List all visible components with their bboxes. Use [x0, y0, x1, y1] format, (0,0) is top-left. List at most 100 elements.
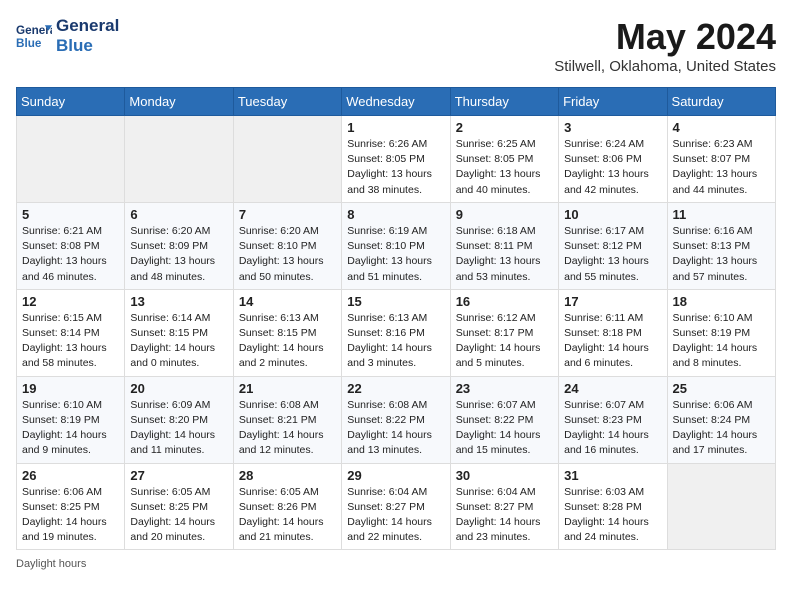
logo-icon: General Blue	[16, 21, 52, 51]
title-block: May 2024 Stilwell, Oklahoma, United Stat…	[554, 16, 776, 75]
day-cell	[667, 463, 775, 550]
sunset-label: Sunset: 8:22 PM	[456, 414, 534, 426]
day-cell: 21Sunrise: 6:08 AMSunset: 8:21 PMDayligh…	[233, 376, 341, 463]
day-info: Sunrise: 6:17 AMSunset: 8:12 PMDaylight:…	[564, 224, 661, 285]
sunrise-label: Sunrise: 6:08 AM	[239, 399, 319, 411]
sunset-label: Sunset: 8:09 PM	[130, 240, 208, 252]
daylight-info: Daylight: 13 hours and 38 minutes.	[347, 168, 432, 195]
day-info: Sunrise: 6:07 AMSunset: 8:22 PMDaylight:…	[456, 398, 553, 459]
week-row-0: 1Sunrise: 6:26 AMSunset: 8:05 PMDaylight…	[17, 116, 776, 203]
daylight-info: Daylight: 14 hours and 9 minutes.	[22, 429, 107, 456]
day-info: Sunrise: 6:13 AMSunset: 8:16 PMDaylight:…	[347, 311, 444, 372]
col-header-thursday: Thursday	[450, 88, 558, 116]
day-cell: 23Sunrise: 6:07 AMSunset: 8:22 PMDayligh…	[450, 376, 558, 463]
daylight-info: Daylight: 13 hours and 44 minutes.	[673, 168, 758, 195]
sunrise-label: Sunrise: 6:10 AM	[22, 399, 102, 411]
sunset-label: Sunset: 8:18 PM	[564, 327, 642, 339]
daylight-info: Daylight: 13 hours and 51 minutes.	[347, 255, 432, 282]
day-info: Sunrise: 6:08 AMSunset: 8:22 PMDaylight:…	[347, 398, 444, 459]
sunrise-label: Sunrise: 6:12 AM	[456, 312, 536, 324]
logo-blue: Blue	[56, 36, 119, 56]
day-info: Sunrise: 6:05 AMSunset: 8:26 PMDaylight:…	[239, 485, 336, 546]
sunrise-label: Sunrise: 6:07 AM	[564, 399, 644, 411]
day-cell: 17Sunrise: 6:11 AMSunset: 8:18 PMDayligh…	[559, 289, 667, 376]
day-cell: 10Sunrise: 6:17 AMSunset: 8:12 PMDayligh…	[559, 202, 667, 289]
sunrise-label: Sunrise: 6:25 AM	[456, 138, 536, 150]
location-subtitle: Stilwell, Oklahoma, United States	[554, 58, 776, 75]
day-cell: 14Sunrise: 6:13 AMSunset: 8:15 PMDayligh…	[233, 289, 341, 376]
day-info: Sunrise: 6:19 AMSunset: 8:10 PMDaylight:…	[347, 224, 444, 285]
sunset-label: Sunset: 8:23 PM	[564, 414, 642, 426]
daylight-info: Daylight: 13 hours and 42 minutes.	[564, 168, 649, 195]
sunrise-label: Sunrise: 6:13 AM	[239, 312, 319, 324]
sunset-label: Sunset: 8:21 PM	[239, 414, 317, 426]
sunset-label: Sunset: 8:24 PM	[673, 414, 751, 426]
day-cell: 16Sunrise: 6:12 AMSunset: 8:17 PMDayligh…	[450, 289, 558, 376]
col-header-sunday: Sunday	[17, 88, 125, 116]
sunrise-label: Sunrise: 6:17 AM	[564, 225, 644, 237]
day-number: 19	[22, 381, 119, 396]
day-number: 2	[456, 120, 553, 135]
day-cell: 26 Sunrise: 6:06 AMSunset: 8:25 PMDayligh…	[17, 463, 125, 550]
day-number: 12	[22, 294, 119, 309]
day-number: 10	[564, 207, 661, 222]
day-cell: 31Sunrise: 6:03 AMSunset: 8:28 PMDayligh…	[559, 463, 667, 550]
day-number: 24	[564, 381, 661, 396]
day-cell: 11Sunrise: 6:16 AMSunset: 8:13 PMDayligh…	[667, 202, 775, 289]
day-number: 14	[239, 294, 336, 309]
day-number: 26	[22, 468, 119, 483]
sunrise-label: Sunrise: 6:05 AM	[239, 486, 319, 498]
daylight-info: Daylight: 13 hours and 58 minutes.	[22, 342, 107, 369]
day-cell: 3Sunrise: 6:24 AMSunset: 8:06 PMDaylight…	[559, 116, 667, 203]
day-number: 15	[347, 294, 444, 309]
day-number: 17	[564, 294, 661, 309]
day-cell: 22Sunrise: 6:08 AMSunset: 8:22 PMDayligh…	[342, 376, 450, 463]
day-info: Sunrise: 6:06 AMSunset: 8:25 PMDaylight:…	[22, 485, 119, 546]
sunset-label: Sunset: 8:07 PM	[673, 153, 751, 165]
day-number: 20	[130, 381, 227, 396]
sunset-label: Sunset: 8:17 PM	[456, 327, 534, 339]
day-cell: 8 Sunrise: 6:19 AMSunset: 8:10 PMDaylight…	[342, 202, 450, 289]
sunrise-label: Sunrise: 6:03 AM	[564, 486, 644, 498]
day-cell: 27 Sunrise: 6:05 AMSunset: 8:25 PMDayligh…	[125, 463, 233, 550]
daylight-info: Daylight: 13 hours and 57 minutes.	[673, 255, 758, 282]
day-cell: 13Sunrise: 6:14 AMSunset: 8:15 PMDayligh…	[125, 289, 233, 376]
sunrise-label: Sunrise: 6:04 AM	[347, 486, 427, 498]
day-info: Sunrise: 6:14 AMSunset: 8:15 PMDaylight:…	[130, 311, 227, 372]
daylight-info: Daylight: 13 hours and 50 minutes.	[239, 255, 324, 282]
day-number: 8	[347, 207, 444, 222]
footer-note: Daylight hours	[16, 558, 776, 570]
sunset-label: Sunset: 8:12 PM	[564, 240, 642, 252]
daylight-info: Daylight: 14 hours and 6 minutes.	[564, 342, 649, 369]
day-info: Sunrise: 6:05 AMSunset: 8:25 PMDaylight:…	[130, 485, 227, 546]
day-cell: 25Sunrise: 6:06 AMSunset: 8:24 PMDayligh…	[667, 376, 775, 463]
calendar-table: SundayMondayTuesdayWednesdayThursdayFrid…	[16, 87, 776, 550]
sunset-label: Sunset: 8:11 PM	[456, 240, 533, 252]
day-cell: 18Sunrise: 6:10 AMSunset: 8:19 PMDayligh…	[667, 289, 775, 376]
day-number: 5	[22, 207, 119, 222]
sunrise-label: Sunrise: 6:21 AM	[22, 225, 102, 237]
daylight-info: Daylight: 14 hours and 13 minutes.	[347, 429, 432, 456]
day-number: 4	[673, 120, 770, 135]
sunset-label: Sunset: 8:28 PM	[564, 501, 642, 513]
month-year-title: May 2024	[554, 16, 776, 58]
day-cell: 1Sunrise: 6:26 AMSunset: 8:05 PMDaylight…	[342, 116, 450, 203]
sunrise-label: Sunrise: 6:09 AM	[130, 399, 210, 411]
day-number: 25	[673, 381, 770, 396]
day-cell: 4Sunrise: 6:23 AMSunset: 8:07 PMDaylight…	[667, 116, 775, 203]
day-info: Sunrise: 6:18 AMSunset: 8:11 PMDaylight:…	[456, 224, 553, 285]
day-cell: 15 Sunrise: 6:13 AMSunset: 8:16 PMDayligh…	[342, 289, 450, 376]
sunset-label: Sunset: 8:06 PM	[564, 153, 642, 165]
day-number: 9	[456, 207, 553, 222]
sunset-label: Sunset: 8:27 PM	[456, 501, 534, 513]
sunset-label: Sunset: 8:19 PM	[22, 414, 100, 426]
day-number: 16	[456, 294, 553, 309]
daylight-info: Daylight: 13 hours and 46 minutes.	[22, 255, 107, 282]
day-info: Sunrise: 6:20 AMSunset: 8:10 PMDaylight:…	[239, 224, 336, 285]
day-number: 27	[130, 468, 227, 483]
daylight-info: Daylight: 14 hours and 11 minutes.	[130, 429, 215, 456]
sunrise-label: Sunrise: 6:20 AM	[130, 225, 210, 237]
day-number: 7	[239, 207, 336, 222]
col-header-tuesday: Tuesday	[233, 88, 341, 116]
week-row-1: 5Sunrise: 6:21 AMSunset: 8:08 PMDaylight…	[17, 202, 776, 289]
